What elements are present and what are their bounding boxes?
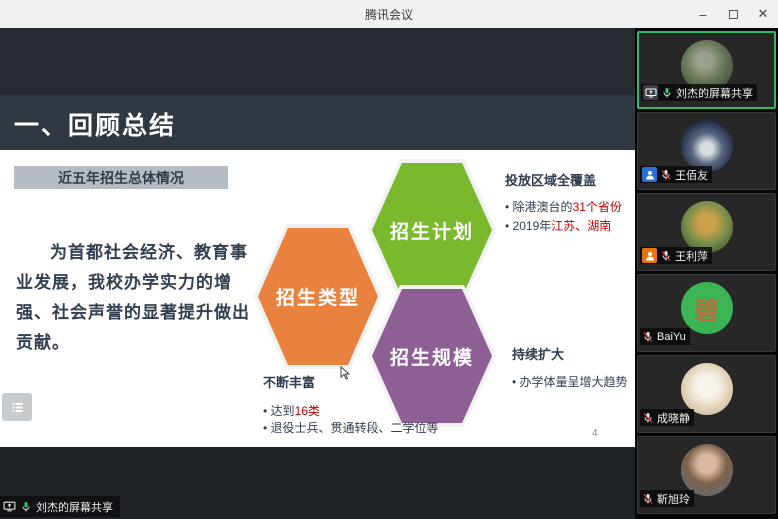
participant-namebar: 王佰友 — [640, 166, 712, 183]
participant-name: 靳旭玲 — [657, 491, 690, 507]
bullet-text: 退役士兵、贯通转段、二学位等 — [271, 421, 439, 435]
participant-tile-baiyu[interactable]: 碧 BaiYu — [637, 274, 776, 352]
callout-scale-title: 持续扩大 — [512, 344, 634, 363]
hexagon-plan: 招生计划 — [368, 159, 496, 301]
participant-namebar: 王利萍 — [640, 247, 712, 264]
hexagon-plan-label: 招生计划 — [372, 163, 492, 297]
cohost-badge — [642, 248, 657, 263]
close-button[interactable]: ✕ — [748, 0, 778, 28]
sharing-status-label: 刘杰的屏幕共享 — [36, 499, 113, 515]
mic-muted-icon — [642, 412, 654, 424]
hexagon-type-label: 招生类型 — [258, 228, 378, 365]
avatar — [681, 120, 733, 172]
person-icon — [644, 250, 656, 262]
callout-type-bullet-2: • 退役士兵、贯通转段、二学位等 — [263, 420, 503, 437]
callout-plan-bullet-2: • 2019年江苏、湖南 — [505, 218, 633, 235]
participant-tile-jinxuling[interactable]: 靳旭玲 — [637, 436, 776, 514]
maximize-icon — [729, 10, 738, 19]
window-titlebar[interactable]: 腾讯会议 – ✕ — [0, 0, 778, 28]
participant-name: 王利萍 — [675, 248, 708, 264]
annotation-panel-toggle[interactable] — [2, 393, 32, 421]
participant-name: 刘杰的屏幕共享 — [676, 85, 753, 101]
person-icon — [644, 169, 656, 181]
mic-muted-icon — [642, 331, 654, 343]
bullet-text: 达到 — [271, 404, 295, 418]
slide-page-number: 4 — [592, 428, 598, 439]
mic-muted-icon — [642, 493, 654, 505]
mic-muted-icon — [660, 250, 672, 262]
avatar — [681, 363, 733, 415]
slide-top-band — [0, 28, 635, 95]
screen-share-badge — [643, 85, 658, 100]
list-icon — [11, 401, 24, 414]
bullet-text: 除港澳台的 — [513, 200, 573, 214]
participant-namebar: BaiYu — [640, 328, 690, 345]
screen-share-icon — [645, 87, 657, 99]
slide-body: 近五年招生总体情况 为首都社会经济、教育事业发展，我校办学实力的增强、社会声誉的… — [0, 150, 635, 447]
bullet-highlight: 16类 — [295, 404, 320, 418]
callout-type: 不断丰富 • 达到16类 • 退役士兵、贯通转段、二学位等 — [263, 372, 503, 437]
participant-name: 成晓静 — [657, 410, 690, 426]
minimize-button[interactable]: – — [688, 0, 718, 28]
bullet-text: 办学体量呈增大趋势 — [520, 375, 628, 389]
slide-paragraph: 为首都社会经济、教育事业发展，我校办学实力的增强、社会声誉的显著提升做出贡献。 — [16, 238, 254, 358]
bullet-highlight: 江苏、湖南 — [551, 219, 611, 233]
bullet-highlight: 31个省份 — [573, 200, 622, 214]
mic-muted-icon — [660, 169, 672, 181]
callout-plan-title: 投放区域全覆盖 — [505, 170, 633, 189]
meeting-window: 腾讯会议 – ✕ 一、回顾总结 近五年招生总体情况 为首都社会经济、教育事业发展… — [0, 0, 778, 519]
callout-plan: 投放区域全覆盖 • 除港澳台的31个省份 • 2019年江苏、湖南 — [505, 170, 633, 235]
callout-plan-bullet-1: • 除港澳台的31个省份 — [505, 199, 633, 216]
participants-panel: 刘杰的屏幕共享 王佰友 — [635, 28, 778, 519]
avatar — [681, 444, 733, 496]
callout-scale: 持续扩大 • 办学体量呈增大趋势 — [512, 344, 634, 391]
callout-type-title: 不断丰富 — [263, 372, 503, 391]
avatar — [681, 201, 733, 253]
hexagon-type: 招生类型 — [254, 224, 382, 369]
sharing-status-bar: 刘杰的屏幕共享 — [0, 496, 120, 517]
participant-name: 王佰友 — [675, 167, 708, 183]
participant-tile-chengxiaojing[interactable]: 成晓静 — [637, 355, 776, 433]
slide-title: 一、回顾总结 — [14, 106, 176, 142]
maximize-button[interactable] — [718, 0, 748, 28]
bullet-text: 2019年 — [513, 219, 552, 233]
avatar-initial: 碧 — [695, 291, 719, 326]
participant-tile-wangliping[interactable]: 王利萍 — [637, 193, 776, 271]
participant-tile-liujie-share[interactable]: 刘杰的屏幕共享 — [637, 31, 776, 109]
mic-on-icon — [20, 501, 32, 513]
callout-type-bullet-1: • 达到16类 — [263, 403, 503, 420]
window-controls: – ✕ — [688, 0, 778, 28]
cursor-icon — [340, 366, 351, 380]
window-title: 腾讯会议 — [365, 6, 413, 23]
section-label: 近五年招生总体情况 — [14, 166, 228, 189]
participant-namebar: 成晓静 — [640, 409, 694, 426]
screen-share-view: 一、回顾总结 近五年招生总体情况 为首都社会经济、教育事业发展，我校办学实力的增… — [0, 28, 635, 519]
close-icon: ✕ — [758, 6, 769, 22]
minimize-icon: – — [699, 7, 706, 22]
callout-scale-bullet-1: • 办学体量呈增大趋势 — [512, 374, 634, 391]
participant-namebar: 靳旭玲 — [640, 490, 694, 507]
avatar: 碧 — [681, 282, 733, 334]
participant-tile-wangbaiyou[interactable]: 王佰友 — [637, 112, 776, 190]
mic-on-icon — [661, 87, 673, 99]
participant-namebar: 刘杰的屏幕共享 — [641, 84, 757, 101]
screen-share-icon — [3, 500, 16, 513]
participant-name: BaiYu — [657, 331, 686, 343]
host-badge — [642, 167, 657, 182]
